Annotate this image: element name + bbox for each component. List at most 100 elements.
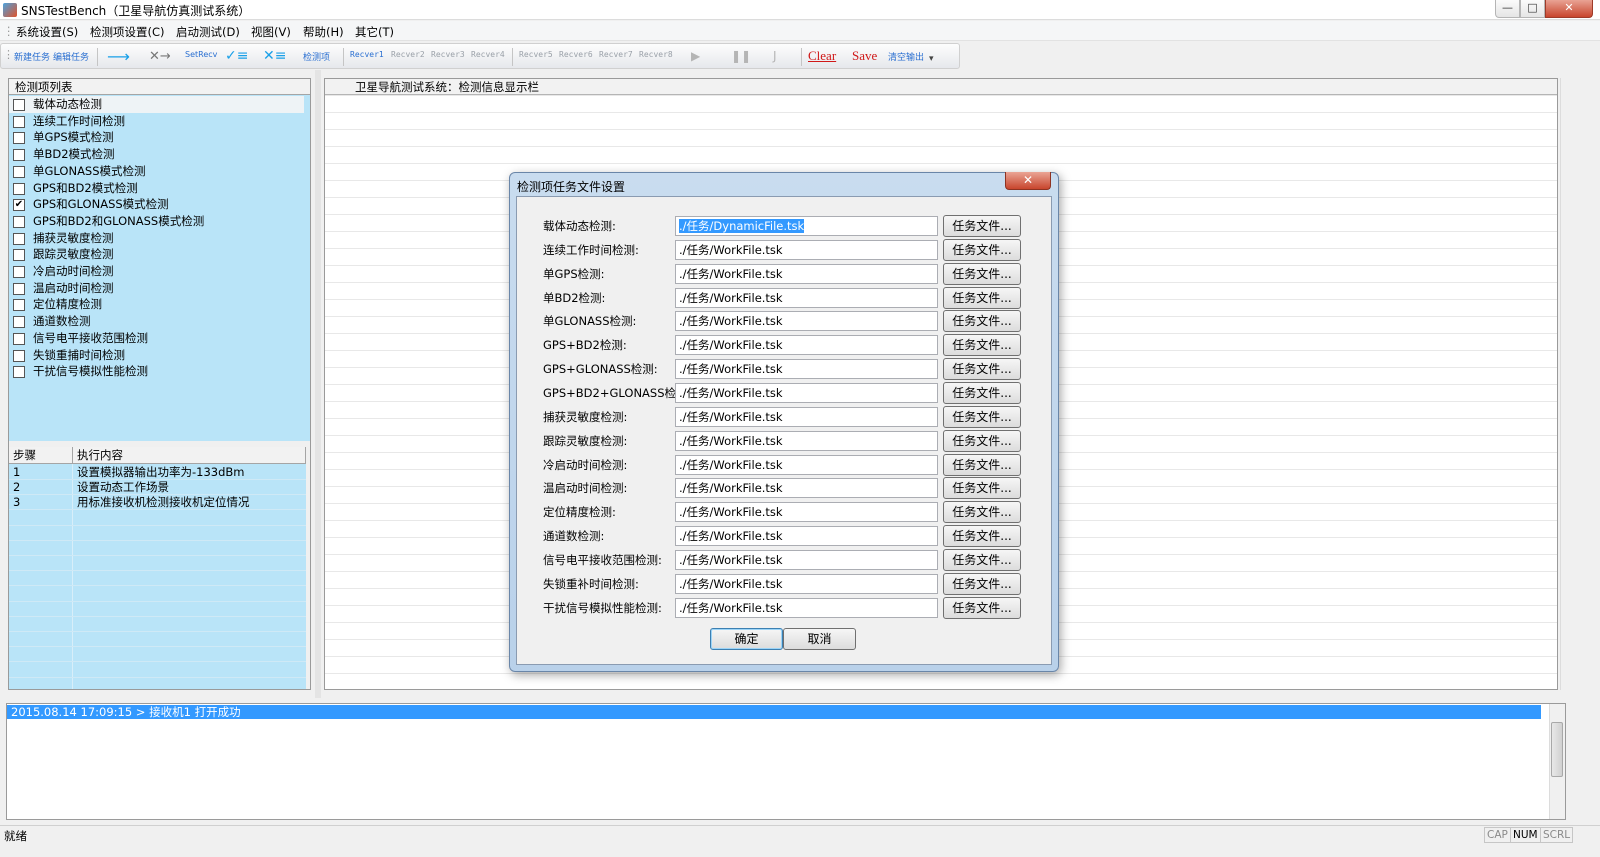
task-file-path-input[interactable]: ./任务/WorkFile.tsk bbox=[675, 478, 938, 499]
checklist-item[interactable]: 单GPS模式检测 bbox=[9, 129, 304, 146]
checkbox[interactable] bbox=[13, 165, 25, 178]
maximize-button[interactable]: □ bbox=[1520, 0, 1545, 18]
recver3-button[interactable]: Recver3 bbox=[431, 50, 465, 59]
task-file-path-input[interactable]: ./任务/WorkFile.tsk bbox=[675, 311, 938, 332]
table-row[interactable] bbox=[9, 647, 306, 663]
checkbox[interactable] bbox=[13, 115, 25, 128]
cancel-button[interactable]: 取消 bbox=[783, 628, 856, 650]
browse-task-file-button[interactable]: 任务文件... bbox=[943, 572, 1021, 595]
browse-task-file-button[interactable]: 任务文件... bbox=[943, 310, 1021, 333]
checkbox[interactable] bbox=[13, 266, 25, 278]
recver1-button[interactable]: Recver1 bbox=[350, 50, 384, 59]
minimize-button[interactable]: — bbox=[1495, 0, 1520, 18]
checklist-item[interactable]: ✔ GPS和GLONASS模式检测 bbox=[9, 196, 304, 213]
checkbox[interactable] bbox=[13, 349, 25, 362]
close-window-button[interactable]: ✕ bbox=[1545, 0, 1593, 18]
checkbox[interactable] bbox=[13, 215, 25, 228]
browse-task-file-button[interactable]: 任务文件... bbox=[943, 596, 1021, 619]
menu-view[interactable]: 视图(V) bbox=[251, 24, 291, 40]
table-row[interactable] bbox=[9, 602, 306, 617]
checklist-item[interactable]: 连续工作时间检测 bbox=[9, 113, 304, 130]
task-file-path-input[interactable]: ./任务/WorkFile.tsk bbox=[675, 287, 938, 308]
menu-help[interactable]: 帮助(H) bbox=[303, 24, 344, 40]
browse-task-file-button[interactable]: 任务文件... bbox=[943, 215, 1021, 237]
table-row[interactable] bbox=[9, 587, 306, 602]
task-file-path-input[interactable]: ./任务/DynamicFile.tsk bbox=[675, 216, 938, 236]
task-file-path-input[interactable]: ./任务/WorkFile.tsk bbox=[675, 406, 938, 427]
clear-output-button[interactable]: 清空输出 bbox=[888, 50, 924, 63]
checklist-item[interactable]: 跟踪灵敏度检测 bbox=[9, 246, 304, 263]
recver2-button[interactable]: Recver2 bbox=[391, 50, 425, 59]
task-file-path-input[interactable]: ./任务/WorkFile.tsk bbox=[675, 573, 938, 594]
dialog-close-button[interactable]: ✕ bbox=[1005, 172, 1051, 190]
checklist-item[interactable]: 干扰信号模拟性能检测 bbox=[9, 363, 304, 380]
checklist-item[interactable]: GPS和BD2模式检测 bbox=[9, 180, 304, 197]
log-line[interactable]: 2015.08.14 17:09:15 > 接收机1 打开成功 bbox=[7, 705, 1541, 719]
task-file-path-input[interactable]: ./任务/WorkFile.tsk bbox=[675, 549, 938, 570]
checkbox[interactable] bbox=[13, 299, 25, 312]
checklist-item[interactable]: 单BD2模式检测 bbox=[9, 146, 304, 163]
browse-task-file-button[interactable]: 任务文件... bbox=[943, 405, 1021, 428]
task-file-path-input[interactable]: ./任务/WorkFile.tsk bbox=[675, 335, 938, 356]
save-button[interactable]: Save bbox=[852, 48, 877, 64]
steps-col-content[interactable]: 执行内容 bbox=[73, 447, 306, 464]
browse-task-file-button[interactable]: 任务文件... bbox=[943, 381, 1021, 404]
table-row[interactable] bbox=[9, 556, 306, 572]
task-file-path-input[interactable]: ./任务/WorkFile.tsk bbox=[675, 359, 938, 380]
browse-task-file-button[interactable]: 任务文件... bbox=[943, 238, 1021, 261]
play-icon[interactable]: ▶ bbox=[691, 49, 700, 63]
recver6-button[interactable]: Recver6 bbox=[559, 50, 593, 59]
task-file-path-input[interactable]: ./任务/WorkFile.tsk bbox=[675, 597, 938, 618]
checklist-item[interactable]: GPS和BD2和GLONASS模式检测 bbox=[9, 213, 304, 230]
checkbox[interactable] bbox=[13, 332, 25, 345]
checkbox[interactable] bbox=[13, 249, 25, 262]
task-file-path-input[interactable]: ./任务/WorkFile.tsk bbox=[675, 263, 938, 284]
info-panel-scrollbar[interactable] bbox=[1560, 78, 1574, 690]
menu-check-settings[interactable]: 检测项设置(C) bbox=[90, 24, 165, 40]
table-row[interactable] bbox=[9, 617, 306, 632]
checklist-item[interactable]: 温启动时间检测 bbox=[9, 280, 304, 297]
table-row[interactable] bbox=[9, 571, 306, 587]
browse-task-file-button[interactable]: 任务文件... bbox=[943, 358, 1021, 381]
browse-task-file-button[interactable]: 任务文件... bbox=[943, 334, 1021, 357]
deselect-all-icon[interactable]: ✕≡ bbox=[263, 48, 286, 64]
pause-icon[interactable]: ❚❚ bbox=[731, 49, 751, 63]
connect-arrow-icon[interactable]: ⟶ bbox=[107, 47, 130, 66]
set-recv-button[interactable]: SetRecv bbox=[185, 50, 217, 59]
toolbar-overflow-icon[interactable]: ▾ bbox=[929, 54, 934, 64]
task-file-path-input[interactable]: ./任务/WorkFile.tsk bbox=[675, 502, 938, 523]
select-all-icon[interactable]: ✓≡ bbox=[225, 48, 248, 64]
table-row[interactable] bbox=[9, 511, 306, 526]
checkbox[interactable]: ✔ bbox=[13, 199, 25, 212]
menu-other[interactable]: 其它(T) bbox=[355, 24, 394, 40]
checkbox[interactable] bbox=[13, 316, 25, 329]
new-task-button[interactable]: 新建任务 bbox=[14, 50, 50, 63]
panel-splitter[interactable] bbox=[315, 70, 321, 698]
table-row[interactable] bbox=[9, 526, 306, 541]
checklist-item[interactable]: 单GLONASS模式检测 bbox=[9, 163, 304, 180]
clear-button[interactable]: Clear bbox=[808, 48, 836, 64]
checkbox[interactable] bbox=[13, 232, 25, 245]
recver4-button[interactable]: Recver4 bbox=[471, 50, 505, 59]
table-row[interactable]: 1 设置模拟器输出功率为-133dBm bbox=[9, 465, 306, 480]
checklist-item[interactable]: 信号电平接收范围检测 bbox=[9, 330, 304, 347]
log-scrollbar-thumb[interactable] bbox=[1551, 722, 1563, 777]
checklist-item[interactable]: 冷启动时间检测 bbox=[9, 263, 304, 280]
task-file-path-input[interactable]: ./任务/WorkFile.tsk bbox=[675, 239, 938, 260]
checklist-item[interactable]: 载体动态检测 bbox=[9, 96, 304, 113]
checkbox[interactable] bbox=[13, 366, 25, 379]
edit-task-button[interactable]: 编辑任务 bbox=[53, 50, 89, 63]
checkbox[interactable] bbox=[13, 99, 25, 111]
checklist-item[interactable]: 通道数检测 bbox=[9, 313, 304, 330]
task-file-path-input[interactable]: ./任务/WorkFile.tsk bbox=[675, 526, 938, 547]
recver5-button[interactable]: Recver5 bbox=[519, 50, 553, 59]
table-row[interactable] bbox=[9, 541, 306, 556]
browse-task-file-button[interactable]: 任务文件... bbox=[943, 429, 1021, 452]
table-row[interactable]: 3 用标准接收机检测接收机定位情况 bbox=[9, 495, 306, 511]
menu-system-settings[interactable]: 系统设置(S) bbox=[16, 24, 78, 40]
browse-task-file-button[interactable]: 任务文件... bbox=[943, 453, 1021, 476]
check-items-button[interactable]: 检测项 bbox=[303, 50, 330, 63]
browse-task-file-button[interactable]: 任务文件... bbox=[943, 262, 1021, 285]
step-icon[interactable]: J bbox=[773, 49, 777, 63]
steps-col-step[interactable]: 步骤 bbox=[9, 447, 73, 464]
